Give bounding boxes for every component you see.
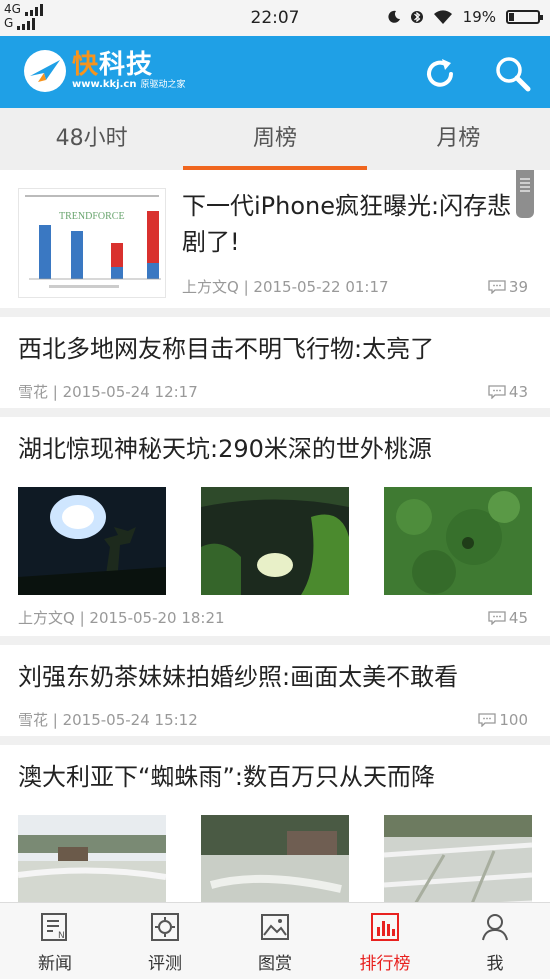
- nav-label: 我: [486, 954, 504, 974]
- article-title[interactable]: 下一代iPhone疯狂曝光:闪存悲剧了!: [182, 188, 520, 260]
- comment-count[interactable]: 45: [488, 609, 528, 627]
- tab-monthly[interactable]: 月榜: [367, 108, 550, 170]
- nav-label: 评测: [148, 954, 182, 974]
- article-item[interactable]: 澳大利亚下“蜘蛛雨”:数百万只从天而降: [0, 745, 550, 902]
- article-feed[interactable]: TRENDFORCE 下一代iPhone疯狂曝光:闪存悲剧了! 上方文Q | 2…: [0, 170, 550, 902]
- article-item[interactable]: 西北多地网友称目击不明飞行物:太亮了 雪花 | 2015-05-24 12:17…: [0, 317, 550, 417]
- refresh-icon[interactable]: [420, 54, 460, 94]
- svg-text:N: N: [58, 931, 65, 941]
- article-title[interactable]: 湖北惊现神秘天坑:290米深的世外桃源: [18, 431, 432, 467]
- scrollbar-handle[interactable]: [516, 170, 534, 218]
- article-item[interactable]: TRENDFORCE 下一代iPhone疯狂曝光:闪存悲剧了! 上方文Q | 2…: [0, 170, 550, 317]
- nav-gallery[interactable]: 图赏: [220, 903, 330, 979]
- battery-percent: 19%: [462, 8, 496, 26]
- article-photo[interactable]: [18, 815, 166, 902]
- article-title[interactable]: 刘强东奶茶妹妹拍婚纱照:画面太美不敢看: [18, 659, 458, 695]
- brand-url: www.kkj.cn: [72, 79, 137, 90]
- nav-profile[interactable]: 我: [440, 903, 550, 979]
- logo-bird-icon: [24, 50, 66, 92]
- app-header: 快科技 www.kkj.cn 原驱动之家: [0, 36, 550, 108]
- article-item[interactable]: 湖北惊现神秘天坑:290米深的世外桃源 上方文Q | 2015-05-20 18…: [0, 417, 550, 645]
- ranking-icon: [371, 913, 399, 941]
- article-title[interactable]: 西北多地网友称目击不明飞行物:太亮了: [18, 331, 434, 367]
- article-meta: 上方文Q | 2015-05-20 18:21: [18, 609, 225, 627]
- brand-title: 快科技: [72, 50, 154, 80]
- status-bar: 4G G 22:07 19%: [0, 0, 550, 36]
- comment-icon: [478, 712, 497, 727]
- app-logo[interactable]: 快科技 www.kkj.cn 原驱动之家: [24, 50, 185, 92]
- tab-weekly[interactable]: 周榜: [183, 108, 367, 170]
- news-icon: N: [41, 913, 67, 941]
- bottom-navigation: N 新闻 评测 图赏 排行榜 我: [0, 902, 550, 979]
- comment-count[interactable]: 100: [478, 711, 528, 729]
- comment-number: 100: [499, 710, 528, 729]
- nav-label: 新闻: [38, 954, 72, 974]
- article-photo[interactable]: [384, 815, 532, 902]
- search-icon[interactable]: [492, 54, 532, 94]
- moon-icon: [388, 10, 400, 23]
- ranking-tabs: 48小时 周榜 月榜: [0, 108, 550, 170]
- nav-news[interactable]: N 新闻: [0, 903, 110, 979]
- article-photo[interactable]: [201, 487, 349, 595]
- brand-tagline: 原驱动之家: [140, 80, 186, 90]
- profile-icon: [482, 914, 508, 941]
- gallery-icon: [261, 914, 289, 940]
- article-photo[interactable]: [384, 487, 532, 595]
- tab-48-hours[interactable]: 48小时: [0, 108, 183, 170]
- comment-number: 39: [508, 277, 528, 296]
- nav-label: 图赏: [258, 954, 292, 974]
- thumbnail-brand-text: TRENDFORCE: [59, 211, 125, 222]
- article-thumbnail: TRENDFORCE: [18, 188, 166, 298]
- comment-icon: [488, 610, 506, 625]
- comment-number: 45: [508, 608, 528, 627]
- article-photo[interactable]: [18, 487, 166, 595]
- review-icon: [151, 913, 179, 941]
- battery-icon: [506, 10, 543, 24]
- article-photo[interactable]: [201, 815, 349, 902]
- comment-count[interactable]: 43: [488, 383, 528, 401]
- nav-label: 排行榜: [359, 954, 411, 974]
- article-meta: 雪花 | 2015-05-24 12:17: [18, 383, 198, 401]
- comment-number: 43: [508, 382, 528, 401]
- wifi-icon: [433, 10, 452, 24]
- comment-count[interactable]: 39: [488, 278, 528, 296]
- comment-icon: [488, 279, 506, 294]
- bluetooth-icon: [410, 11, 423, 23]
- article-meta: 上方文Q | 2015-05-22 01:17: [182, 278, 389, 296]
- article-item[interactable]: 刘强东奶茶妹妹拍婚纱照:画面太美不敢看 雪花 | 2015-05-24 15:1…: [0, 645, 550, 745]
- article-title[interactable]: 澳大利亚下“蜘蛛雨”:数百万只从天而降: [18, 759, 435, 795]
- comment-icon: [488, 384, 506, 399]
- nav-review[interactable]: 评测: [110, 903, 220, 979]
- nav-ranking[interactable]: 排行榜: [330, 903, 440, 979]
- article-meta: 雪花 | 2015-05-24 15:12: [18, 711, 198, 729]
